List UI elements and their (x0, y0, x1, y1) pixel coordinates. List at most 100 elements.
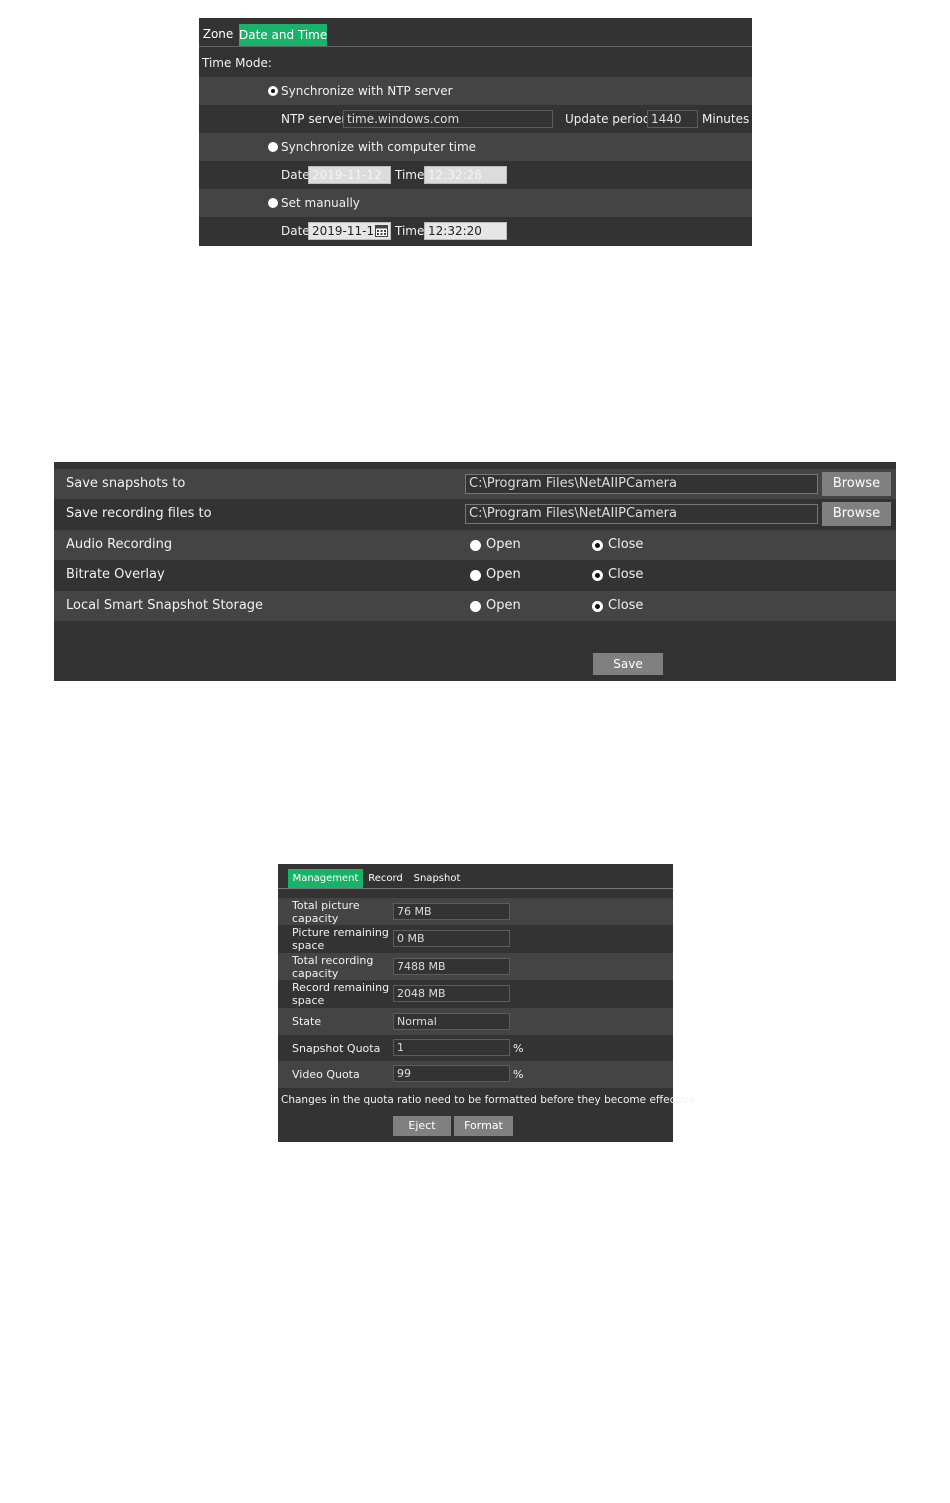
computer-date-label: Date (281, 168, 310, 182)
smart-close-radio[interactable] (592, 601, 603, 612)
total-picture-row: Total picture capacity 76 MB (278, 898, 673, 925)
ntp-server-input[interactable]: time.windows.com (343, 110, 553, 128)
computer-time-option-row: Synchronize with computer time (199, 133, 752, 161)
smart-snapshot-row: Local Smart Snapshot Storage Open Close (54, 591, 896, 621)
update-period-label: Update period: (565, 112, 655, 126)
snapshot-quota-row: Snapshot Quota 1 % (278, 1035, 673, 1062)
video-quota-percent: % (513, 1068, 524, 1081)
total-picture-label: Total picture capacity (292, 899, 360, 925)
total-recording-label-line2: capacity (292, 967, 339, 980)
manual-radio[interactable] (268, 198, 278, 208)
manual-option-label: Set manually (281, 196, 360, 210)
tab-snapshot[interactable]: Snapshot (412, 869, 462, 888)
record-remaining-label: Record remaining space (292, 981, 389, 1007)
picture-remaining-row: Picture remaining space 0 MB (278, 925, 673, 952)
audio-open-label: Open (486, 537, 521, 552)
storage-panel: Management Record Snapshot Total picture… (278, 864, 698, 1142)
tab-bar: Zone Date and Time (199, 18, 752, 47)
recording-path-row: Save recording files to C:\Program Files… (54, 499, 896, 529)
audio-open-radio[interactable] (470, 540, 481, 551)
manual-date-value: 2019-11-12 (312, 224, 382, 238)
total-recording-input[interactable]: 7488 MB (393, 958, 510, 975)
ntp-radio[interactable] (268, 86, 278, 96)
computer-time-option-label: Synchronize with computer time (281, 140, 477, 154)
audio-close-label: Close (608, 537, 644, 552)
picture-remaining-input[interactable]: 0 MB (393, 930, 510, 947)
record-remaining-input[interactable]: 2048 MB (393, 985, 510, 1002)
total-picture-label-line1: Total picture (292, 899, 360, 912)
recording-path-input[interactable]: C:\Program Files\NetAIIPCamera (465, 504, 818, 524)
manual-time-input[interactable]: 12:32:20 (424, 222, 507, 240)
bitrate-overlay-label: Bitrate Overlay (66, 567, 165, 582)
smart-open-radio[interactable] (470, 601, 481, 612)
computer-time-label: Time (395, 168, 425, 182)
smart-close-label: Close (608, 598, 644, 613)
record-remaining-label-line2: space (292, 994, 325, 1007)
ntp-option-label: Synchronize with NTP server (281, 84, 453, 98)
ntp-option-row: Synchronize with NTP server (199, 77, 752, 105)
video-quota-label: Video Quota (292, 1068, 360, 1081)
manual-date-row: Date 2019-11-12 Time 12:32:20 (199, 217, 752, 245)
calendar-icon[interactable] (375, 225, 388, 237)
time-mode-row: Time Mode: (199, 49, 752, 77)
minutes-label: Minutes (702, 112, 750, 126)
local-settings-panel: Save snapshots to C:\Program Files\NetAI… (54, 462, 896, 681)
update-period-input[interactable]: 1440 (647, 110, 698, 128)
recording-path-label: Save recording files to (66, 506, 212, 521)
ntp-server-row: NTP server: time.windows.com Update peri… (199, 105, 752, 133)
storage-tab-bar: Management Record Snapshot (278, 864, 673, 889)
computer-date-input[interactable]: 2019-11-12 (308, 166, 391, 184)
manual-option-row: Set manually (199, 189, 752, 217)
bitrate-overlay-row: Bitrate Overlay Open Close (54, 560, 896, 590)
manual-time-label: Time (395, 224, 425, 238)
audio-recording-label: Audio Recording (66, 537, 173, 552)
snapshot-quota-input[interactable]: 1 (393, 1039, 510, 1056)
snapshot-path-row: Save snapshots to C:\Program Files\NetAI… (54, 469, 896, 499)
total-picture-label-line2: capacity (292, 912, 339, 925)
tab-management[interactable]: Management (288, 869, 363, 888)
format-button[interactable]: Format (454, 1116, 513, 1136)
tab-record[interactable]: Record (367, 869, 404, 888)
date-time-panel: Zone Date and Time Time Mode: Synchroniz… (199, 18, 752, 246)
record-remaining-row: Record remaining space 2048 MB (278, 980, 673, 1007)
manual-date-input[interactable]: 2019-11-12 (308, 222, 391, 240)
time-mode-label: Time Mode: (202, 56, 272, 70)
smart-open-label: Open (486, 598, 521, 613)
picture-remaining-label-line1: Picture remaining (292, 926, 389, 939)
record-remaining-label-line1: Record remaining (292, 981, 390, 994)
bitrate-open-label: Open (486, 567, 521, 582)
snapshot-quota-percent: % (513, 1042, 524, 1055)
state-row: State Normal (278, 1008, 673, 1035)
snapshot-quota-label: Snapshot Quota (292, 1042, 381, 1055)
snapshot-browse-button[interactable]: Browse (822, 472, 891, 496)
total-recording-label-line1: Total recording (292, 954, 374, 967)
tab-date-and-time[interactable]: Date and Time (239, 24, 327, 46)
computer-date-row: Date 2019-11-12 Time 12:32:28 (199, 161, 752, 189)
quota-note: Changes in the quota ratio need to be fo… (281, 1094, 699, 1106)
snapshot-path-input[interactable]: C:\Program Files\NetAIIPCamera (465, 474, 818, 494)
bitrate-close-label: Close (608, 567, 644, 582)
video-quota-input[interactable]: 99 (393, 1065, 510, 1082)
bitrate-close-radio[interactable] (592, 570, 603, 581)
bitrate-open-radio[interactable] (470, 570, 481, 581)
save-button[interactable]: Save (593, 653, 663, 675)
snapshot-path-label: Save snapshots to (66, 476, 186, 491)
eject-button[interactable]: Eject (393, 1116, 451, 1136)
total-recording-label: Total recording capacity (292, 954, 373, 980)
video-quota-row: Video Quota 99 % (278, 1061, 673, 1088)
tab-zone[interactable]: Zone (201, 24, 235, 44)
audio-recording-row: Audio Recording Open Close (54, 530, 896, 560)
total-picture-input[interactable]: 76 MB (393, 903, 510, 920)
audio-close-radio[interactable] (592, 540, 603, 551)
computer-time-radio[interactable] (268, 142, 278, 152)
picture-remaining-label-line2: space (292, 939, 325, 952)
computer-time-input[interactable]: 12:32:28 (424, 166, 507, 184)
total-recording-row: Total recording capacity 7488 MB (278, 953, 673, 980)
smart-snapshot-label: Local Smart Snapshot Storage (66, 598, 264, 613)
state-label: State (292, 1015, 322, 1028)
manual-date-label: Date (281, 224, 310, 238)
recording-browse-button[interactable]: Browse (822, 502, 891, 526)
picture-remaining-label: Picture remaining space (292, 926, 389, 952)
state-input[interactable]: Normal (393, 1013, 510, 1030)
ntp-server-label: NTP server: (281, 112, 351, 126)
